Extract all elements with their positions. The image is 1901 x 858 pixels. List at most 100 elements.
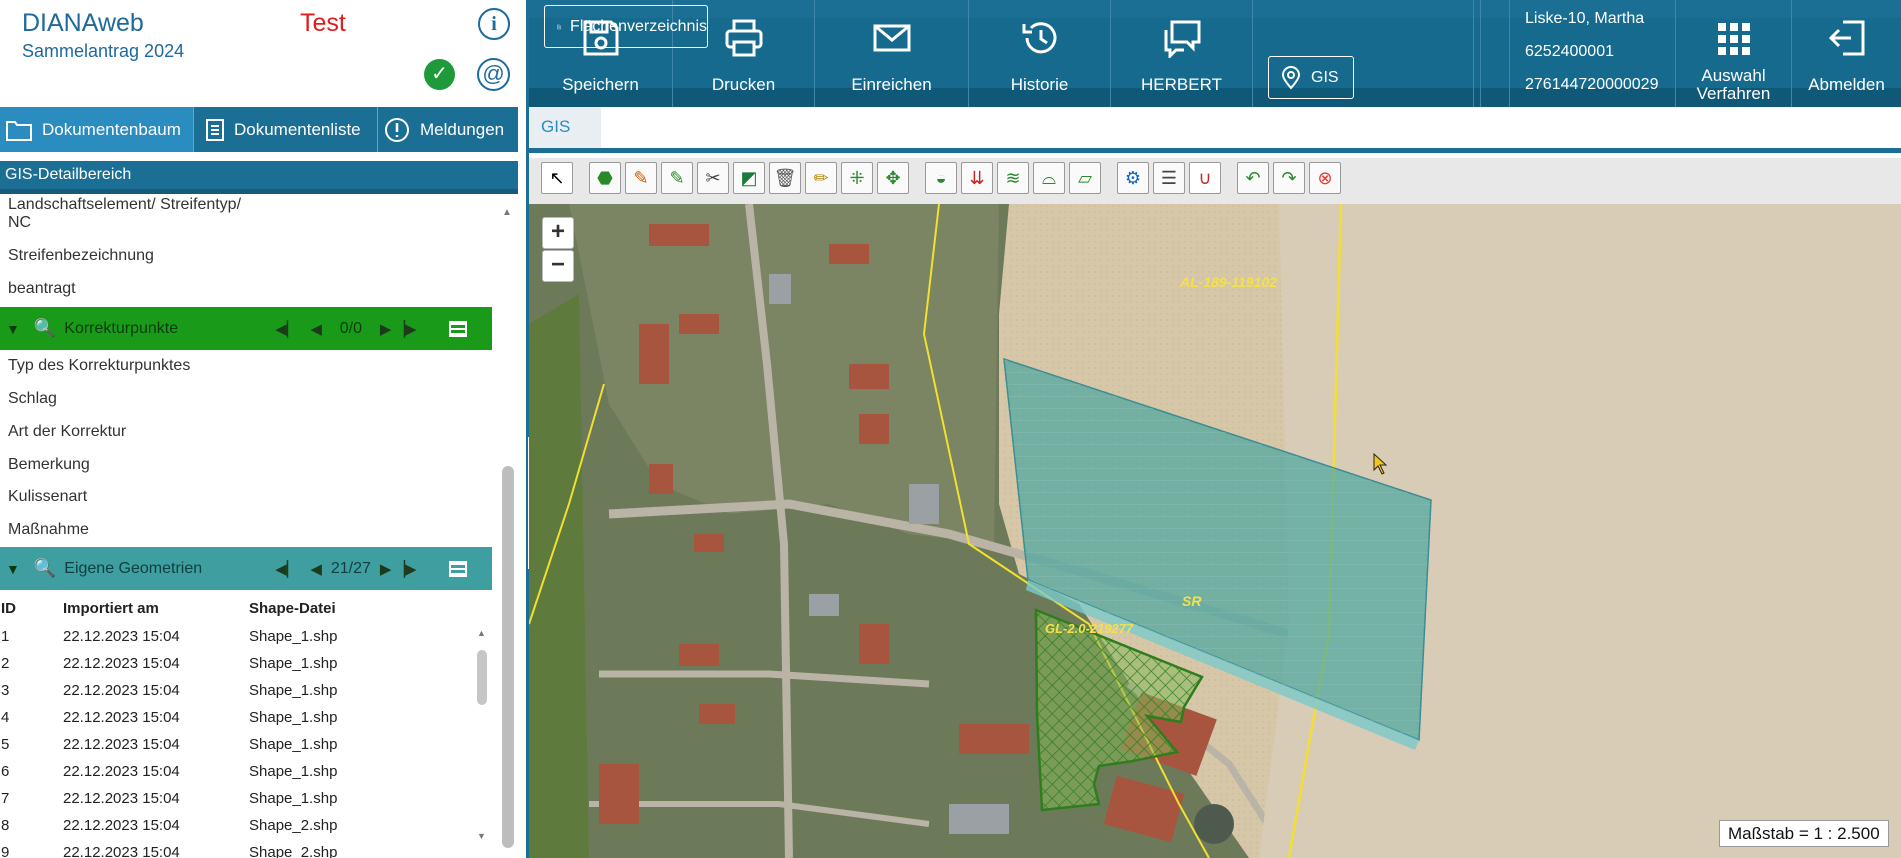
- draw-polygon-icon[interactable]: ⬣: [589, 162, 621, 194]
- table-row[interactable]: 3 22.12.2023 15:04 Shape_1.shp: [0, 677, 492, 704]
- procedure-label: Auswahl Verfahren: [1676, 67, 1791, 103]
- collapse-triangle-icon[interactable]: ▼: [6, 561, 20, 577]
- cell-file: Shape_2.shp: [249, 817, 338, 834]
- cell-file: Shape_1.shp: [249, 655, 338, 672]
- next-page-icon[interactable]: ▶: [380, 560, 392, 578]
- detail-label: NC: [8, 214, 32, 231]
- table-row[interactable]: 6 22.12.2023 15:04 Shape_1.shp: [0, 758, 492, 785]
- layer-edit-icon[interactable]: ◒: [925, 162, 957, 194]
- gis-label: GIS: [1311, 68, 1339, 86]
- table-row[interactable]: 9 22.12.2023 15:04 Shape_2.shp: [0, 839, 492, 858]
- roof: [829, 244, 869, 264]
- search-icon[interactable]: 🔍: [34, 558, 56, 579]
- exclamation-icon: [385, 117, 409, 142]
- map-toolbar: ↖ ⬣ ✎ ✎ ✂ ◩ 🗑 ✏ ⁜ ✥ ◒ ⇊ ≋ ⌓ ⏥ ⚙ ☰ ∪ ↶ ↷ …: [529, 158, 1901, 204]
- roof: [809, 594, 839, 616]
- prev-page-icon[interactable]: ◀: [310, 560, 322, 578]
- table-scroll-down-icon[interactable]: ▼: [477, 831, 486, 841]
- tab-label: Dokumentenliste: [234, 119, 361, 139]
- tab-meldungen[interactable]: Meldungen: [378, 107, 518, 152]
- table-row[interactable]: 1 22.12.2023 15:04 Shape_1.shp: [0, 623, 492, 650]
- snap-magnet-icon[interactable]: ∪: [1189, 162, 1221, 194]
- gis-button[interactable]: GIS: [1268, 56, 1354, 99]
- zoom-out-button[interactable]: −: [542, 250, 574, 282]
- page-counter: 21/27: [330, 559, 371, 577]
- attribute-tool-icon[interactable]: ⚙: [1117, 162, 1149, 194]
- eigene-geometrien-header[interactable]: ▼ 🔍 Eigene Geometrien ◀▏ ◀ 21/27 ▶ ▕▶: [0, 547, 492, 590]
- column-header[interactable]: Shape-Datei: [248, 593, 492, 623]
- roof: [769, 274, 791, 304]
- last-page-icon[interactable]: ▕▶: [393, 560, 416, 578]
- tab-dokumentenliste[interactable]: Dokumentenliste: [194, 107, 378, 152]
- table-scrollbar[interactable]: [477, 650, 487, 705]
- scissors-icon[interactable]: ✂: [697, 162, 729, 194]
- cell-date: 22.12.2023 15:04: [63, 628, 180, 645]
- select-arrow-icon[interactable]: ↖: [541, 162, 573, 194]
- scroll-up-arrow-icon[interactable]: ▲: [502, 207, 512, 218]
- split-polygon-icon[interactable]: ◩: [733, 162, 765, 194]
- at-icon[interactable]: @: [477, 58, 510, 91]
- herbert-label: HERBERT: [1141, 75, 1222, 94]
- logout-button[interactable]: Abmelden: [1792, 0, 1901, 107]
- area-measure-icon[interactable]: ⏥: [1069, 162, 1101, 194]
- table-row[interactable]: 5 22.12.2023 15:04 Shape_1.shp: [0, 731, 492, 758]
- silo: [1194, 804, 1234, 844]
- last-page-icon[interactable]: ▕▶: [393, 320, 416, 338]
- trash-icon[interactable]: 🗑: [769, 162, 801, 194]
- section-title: GIS-Detailbereich: [0, 161, 518, 194]
- document-list-icon: [206, 118, 224, 141]
- layer-down-icon[interactable]: ⇊: [961, 162, 993, 194]
- move-icon[interactable]: ✥: [877, 162, 909, 194]
- table-scroll-up-icon[interactable]: ▲: [477, 628, 486, 638]
- cell-id: 4: [1, 709, 10, 726]
- check-icon[interactable]: ✓: [424, 59, 455, 90]
- table-row[interactable]: 2 22.12.2023 15:04 Shape_1.shp: [0, 650, 492, 677]
- first-page-icon[interactable]: ◀▏: [275, 560, 298, 578]
- cell-id: 7: [1, 790, 10, 807]
- layers-icon[interactable]: ≋: [997, 162, 1029, 194]
- table-row[interactable]: 8 22.12.2023 15:04 Shape_2.shp: [0, 812, 492, 839]
- zoom-in-button[interactable]: +: [542, 217, 574, 249]
- detail-scrollbar[interactable]: [502, 466, 514, 848]
- undo-icon[interactable]: ↶: [1237, 162, 1269, 194]
- history-button[interactable]: Historie: [969, 0, 1111, 107]
- redo-icon[interactable]: ↷: [1273, 162, 1305, 194]
- edit-pencil-icon[interactable]: ✎: [625, 162, 657, 194]
- pencil-icon[interactable]: ✏: [805, 162, 837, 194]
- roof: [679, 314, 719, 334]
- detail-label: Art der Korrektur: [8, 423, 127, 440]
- table-icon[interactable]: [448, 560, 467, 577]
- cancel-icon[interactable]: ⊗: [1309, 162, 1341, 194]
- info-icon[interactable]: i: [478, 8, 510, 40]
- detail-label: Bemerkung: [8, 456, 90, 473]
- left-panel: DIANAweb Sammelantrag 2024 Test i ✓ @ Do…: [0, 0, 528, 858]
- tab-dokumentenbaum[interactable]: Dokumentenbaum: [0, 107, 194, 152]
- table-row[interactable]: 4 22.12.2023 15:04 Shape_1.shp: [0, 704, 492, 731]
- cell-file: Shape_1.shp: [249, 682, 338, 699]
- korrekturpunkte-header[interactable]: ▼ 🔍 Korrekturpunkte ◀▏ ◀ 0/0 ▶ ▕▶: [0, 307, 492, 350]
- prev-page-icon[interactable]: ◀: [310, 320, 322, 338]
- vertices-icon[interactable]: ⁜: [841, 162, 873, 194]
- measure-icon[interactable]: ⌓: [1033, 162, 1065, 194]
- table-icon[interactable]: [448, 320, 467, 337]
- collapse-triangle-icon[interactable]: ▼: [6, 321, 20, 337]
- herbert-button[interactable]: HERBERT: [1111, 0, 1253, 107]
- table-list-icon[interactable]: ☰: [1153, 162, 1185, 194]
- submit-button[interactable]: Einreichen: [815, 0, 969, 107]
- scale-indicator: Maßstab = 1 : 2.500: [1719, 820, 1889, 847]
- map-canvas[interactable]: AL-189-119102 SR GL-2.0-219277 + − Maßst…: [529, 204, 1901, 858]
- first-page-icon[interactable]: ◀▏: [275, 320, 298, 338]
- flaechenverzeichnis-button[interactable]: Flächenverzeichnis: [544, 5, 708, 48]
- table-row[interactable]: 7 22.12.2023 15:04 Shape_1.shp: [0, 785, 492, 812]
- procedure-select-button[interactable]: Auswahl Verfahren: [1675, 0, 1792, 107]
- cell-id: 6: [1, 763, 10, 780]
- search-icon[interactable]: 🔍: [34, 318, 56, 339]
- map-svg: [529, 204, 1901, 858]
- tab-gis[interactable]: GIS: [529, 107, 601, 148]
- cell-id: 2: [1, 655, 10, 672]
- next-page-icon[interactable]: ▶: [380, 320, 392, 338]
- column-header[interactable]: ID: [0, 593, 62, 623]
- column-header[interactable]: Importiert am: [62, 593, 248, 623]
- edit-shape-icon[interactable]: ✎: [661, 162, 693, 194]
- user-number: 6252400001: [1525, 43, 1614, 60]
